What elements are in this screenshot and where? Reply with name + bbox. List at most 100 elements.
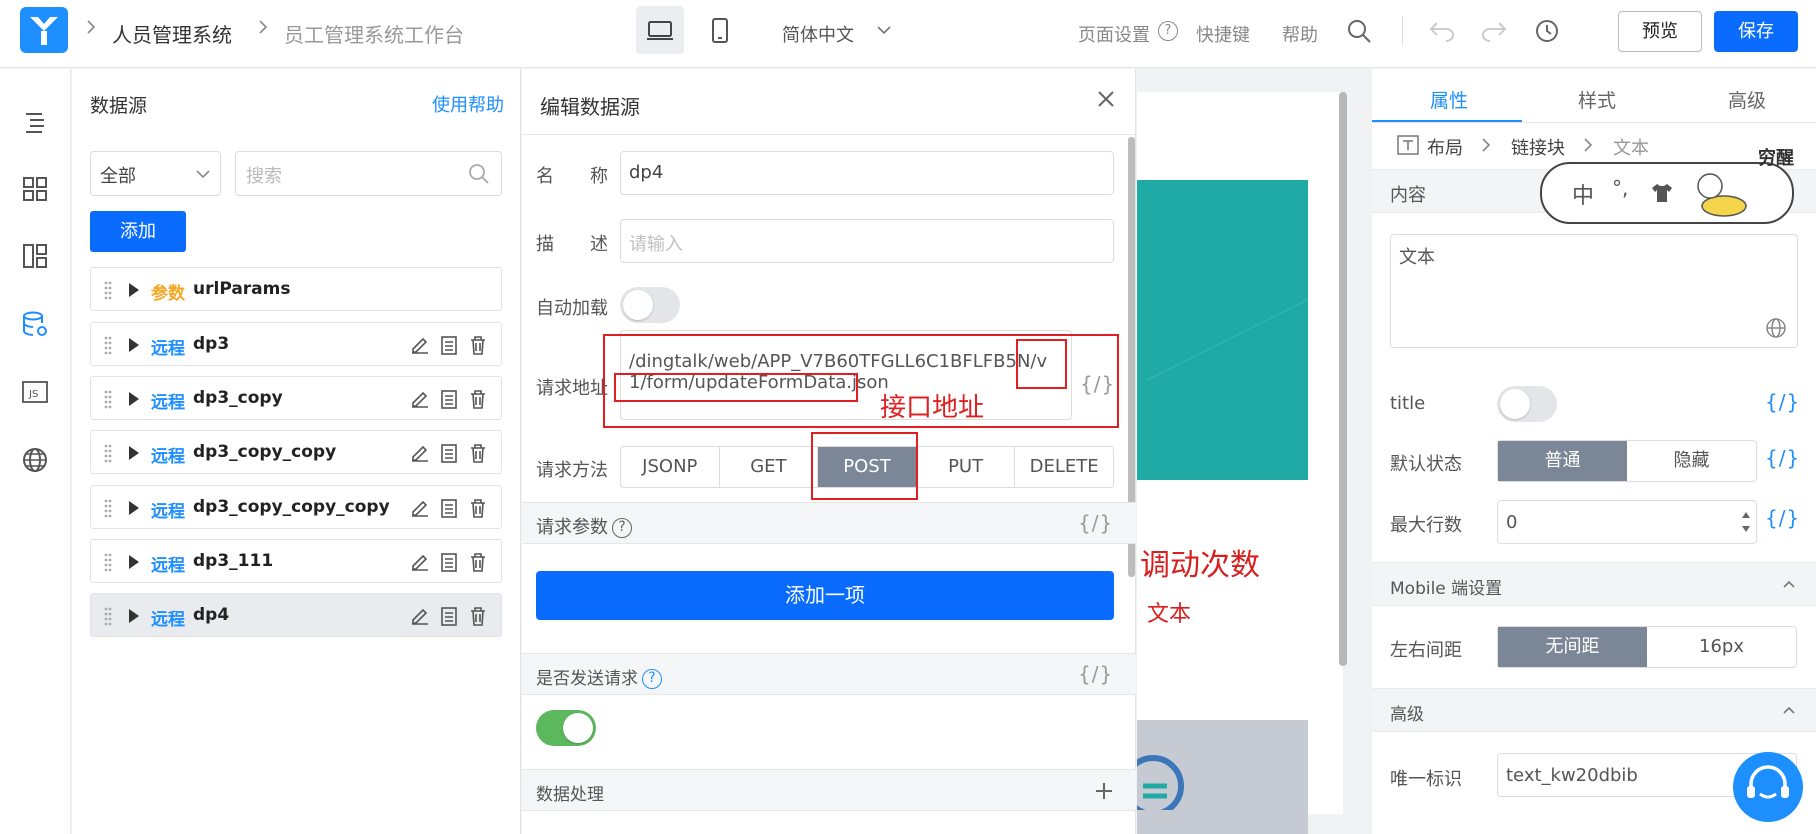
spacing-16px[interactable]: 16px bbox=[1647, 627, 1796, 667]
method-get[interactable]: GET bbox=[720, 447, 819, 487]
send-request-toggle[interactable] bbox=[536, 710, 596, 746]
text-content-textarea[interactable]: 文本 bbox=[1390, 234, 1798, 348]
datasource-item[interactable]: 远程 dp3_copy bbox=[90, 376, 502, 420]
globe-icon[interactable] bbox=[20, 445, 50, 475]
edit-icon[interactable] bbox=[409, 442, 431, 464]
type-filter-select[interactable]: 全部 bbox=[90, 151, 221, 196]
skin-shirt-icon[interactable] bbox=[1650, 182, 1674, 204]
datasource-item[interactable]: 远程 dp3 bbox=[90, 322, 502, 366]
stepper-arrows-icon[interactable] bbox=[1740, 508, 1752, 536]
title-fx-icon[interactable]: {/} bbox=[1765, 390, 1800, 414]
state-hidden[interactable]: 隐藏 bbox=[1627, 441, 1756, 481]
usage-help-link[interactable]: 使用帮助 bbox=[432, 91, 504, 117]
page-settings-link[interactable]: 页面设置 bbox=[1078, 21, 1150, 47]
trash-icon[interactable] bbox=[467, 605, 489, 627]
save-button[interactable]: 保存 bbox=[1714, 11, 1798, 52]
send-section-header[interactable]: 是否发送请求? {/} bbox=[522, 653, 1136, 695]
datasource-item[interactable]: 远程 dp4 bbox=[90, 593, 502, 637]
ime-punct[interactable]: °, bbox=[1612, 176, 1628, 200]
mobile-section-header[interactable]: Mobile 端设置 bbox=[1372, 562, 1816, 606]
method-put[interactable]: PUT bbox=[917, 447, 1016, 487]
history-icon[interactable] bbox=[1534, 18, 1560, 44]
help-circle-icon[interactable]: ? bbox=[1158, 21, 1178, 41]
drag-handle-icon[interactable] bbox=[103, 443, 113, 463]
expand-triangle-icon[interactable] bbox=[129, 501, 139, 515]
datasource-item[interactable]: 参数 urlParams bbox=[90, 267, 502, 311]
redo-icon[interactable] bbox=[1480, 20, 1508, 42]
data-process-section-header[interactable]: 数据处理 bbox=[522, 769, 1136, 811]
desc-input[interactable]: 请输入 bbox=[620, 219, 1114, 263]
edit-icon[interactable] bbox=[409, 388, 431, 410]
params-fx-icon[interactable]: {/} bbox=[1078, 511, 1113, 535]
copy-list-icon[interactable] bbox=[438, 442, 460, 464]
help-link[interactable]: 帮助 bbox=[1282, 21, 1318, 47]
maxrows-fx-icon[interactable]: {/} bbox=[1765, 506, 1800, 530]
customer-service-button[interactable] bbox=[1733, 752, 1803, 822]
expand-triangle-icon[interactable] bbox=[129, 555, 139, 569]
tab-style[interactable]: 样式 bbox=[1578, 86, 1616, 113]
outline-tree-icon[interactable] bbox=[20, 107, 50, 137]
trash-icon[interactable] bbox=[467, 497, 489, 519]
title-toggle[interactable] bbox=[1497, 386, 1557, 422]
drag-handle-icon[interactable] bbox=[103, 335, 113, 355]
copy-list-icon[interactable] bbox=[438, 497, 460, 519]
datasource-item[interactable]: 远程 dp3_copy_copy bbox=[90, 430, 502, 474]
drag-handle-icon[interactable] bbox=[103, 280, 113, 300]
advanced-section-header[interactable]: 高级 bbox=[1372, 688, 1816, 732]
datasource-item[interactable]: 远程 dp3_copy_copy_copy bbox=[90, 485, 502, 529]
maxrows-input[interactable]: 0 bbox=[1497, 500, 1757, 544]
edit-icon[interactable] bbox=[409, 551, 431, 573]
trash-icon[interactable] bbox=[467, 388, 489, 410]
help-circle-icon[interactable]: ? bbox=[642, 669, 662, 689]
tab-properties[interactable]: 属性 bbox=[1430, 86, 1468, 113]
method-jsonp[interactable]: JSONP bbox=[621, 447, 720, 487]
grey-block[interactable] bbox=[1137, 720, 1308, 834]
breadcrumb-app[interactable]: 人员管理系统 bbox=[112, 19, 232, 48]
path-layout[interactable]: 布局 bbox=[1427, 134, 1463, 160]
state-normal[interactable]: 普通 bbox=[1498, 441, 1627, 481]
shortcuts-link[interactable]: 快捷键 bbox=[1196, 21, 1250, 47]
add-param-button[interactable]: 添加一项 bbox=[536, 571, 1114, 620]
canvas-text[interactable]: 文本 bbox=[1147, 596, 1191, 628]
expand-triangle-icon[interactable] bbox=[129, 283, 139, 297]
name-input[interactable]: dp4 bbox=[620, 151, 1114, 195]
globe-icon[interactable] bbox=[1765, 317, 1787, 339]
copy-list-icon[interactable] bbox=[438, 605, 460, 627]
canvas-title-text[interactable]: 调动次数 bbox=[1140, 540, 1260, 584]
add-datasource-button[interactable]: 添加 bbox=[90, 211, 186, 252]
layout-icon[interactable] bbox=[20, 241, 50, 271]
close-icon[interactable] bbox=[1096, 89, 1116, 109]
method-delete[interactable]: DELETE bbox=[1015, 447, 1113, 487]
search-icon[interactable] bbox=[1346, 18, 1372, 44]
preview-button[interactable]: 预览 bbox=[1618, 11, 1702, 52]
edit-icon[interactable] bbox=[409, 334, 431, 356]
trash-icon[interactable] bbox=[467, 334, 489, 356]
help-circle-icon[interactable]: ? bbox=[612, 518, 632, 538]
search-input[interactable]: 搜索 bbox=[235, 151, 502, 196]
teal-block[interactable] bbox=[1137, 180, 1308, 480]
edit-icon[interactable] bbox=[409, 605, 431, 627]
send-fx-icon[interactable]: {/} bbox=[1078, 662, 1113, 686]
app-logo[interactable] bbox=[20, 7, 68, 53]
drag-handle-icon[interactable] bbox=[103, 389, 113, 409]
ime-mode[interactable]: 中 bbox=[1572, 178, 1594, 210]
plus-icon[interactable] bbox=[1094, 781, 1114, 801]
components-grid-icon[interactable] bbox=[20, 174, 50, 204]
params-section-header[interactable]: 请求参数? {/} bbox=[522, 502, 1136, 544]
expand-triangle-icon[interactable] bbox=[129, 446, 139, 460]
canvas-scrollbar[interactable] bbox=[1339, 92, 1347, 666]
trash-icon[interactable] bbox=[467, 551, 489, 573]
datasource-icon[interactable] bbox=[20, 309, 50, 339]
datasource-item[interactable]: 远程 dp3_111 bbox=[90, 539, 502, 583]
copy-list-icon[interactable] bbox=[438, 551, 460, 573]
ime-toolbar[interactable]: 中 °, bbox=[1540, 162, 1794, 224]
mobile-view-button[interactable] bbox=[696, 6, 744, 54]
language-select[interactable]: 简体中文 bbox=[782, 21, 854, 47]
breadcrumb-page[interactable]: 员工管理系统工作台 bbox=[284, 19, 464, 48]
trash-icon[interactable] bbox=[467, 442, 489, 464]
expand-triangle-icon[interactable] bbox=[129, 392, 139, 406]
drag-handle-icon[interactable] bbox=[103, 552, 113, 572]
js-code-icon[interactable]: JS bbox=[20, 377, 50, 407]
copy-list-icon[interactable] bbox=[438, 334, 460, 356]
path-link-block[interactable]: 链接块 bbox=[1511, 134, 1565, 160]
